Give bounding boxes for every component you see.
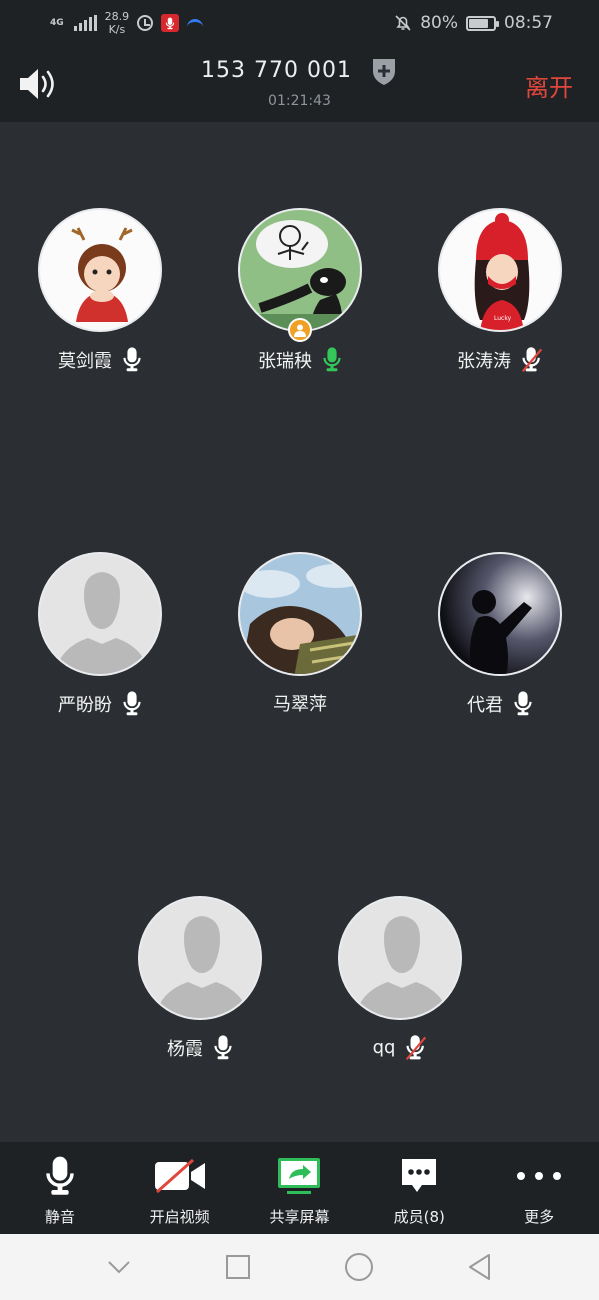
status-right: 80% 08:57 [394, 13, 553, 33]
avatar [238, 552, 362, 676]
participant-name: 莫剑霞 [58, 350, 112, 372]
leave-button[interactable]: 离开 [525, 68, 573, 103]
participant-tile[interactable]: 严盼盼 [0, 552, 200, 717]
battery-percent: 80% [420, 13, 458, 33]
avatar [238, 208, 362, 332]
mute-button[interactable]: 静音 [5, 1154, 115, 1227]
chevron-down-icon[interactable] [106, 1259, 132, 1275]
mic-muted-icon [521, 346, 543, 373]
start-video-label: 开启视频 [149, 1208, 210, 1226]
participant-tile[interactable]: Lucky 张涛涛 [400, 208, 599, 373]
participant-name: 杨霞 [167, 1038, 203, 1060]
participant-name: 马翠萍 [273, 694, 327, 715]
more-label: 更多 [524, 1208, 555, 1226]
alarm-icon [137, 15, 154, 31]
participant-tile[interactable]: 莫剑霞 [0, 208, 200, 373]
participant-tile[interactable]: 代君 [400, 552, 599, 717]
meeting-id-text: 153 770 001 [201, 58, 352, 83]
net-speed: 28.9 K/s [105, 10, 130, 36]
network-type: 4G [50, 18, 64, 28]
meeting-timer: 01:21:43 [268, 93, 331, 109]
avatar [438, 552, 562, 676]
share-screen-icon [278, 1158, 321, 1194]
mute-notification-icon [395, 15, 411, 31]
mic-on-icon [513, 690, 533, 717]
avatar: Lucky [438, 208, 562, 332]
avatar [138, 896, 262, 1020]
home-circle-icon[interactable] [344, 1252, 374, 1282]
participant-tile[interactable]: qq [300, 896, 500, 1061]
system-navigation-bar [0, 1234, 599, 1300]
status-bar: 4G 28.9 K/s 80% 08:57 [0, 0, 599, 46]
meeting-id[interactable]: 153 770 001 [0, 56, 599, 86]
participant-name: 代君 [467, 694, 503, 716]
mic-on-icon [122, 346, 142, 373]
app-notification-icon [187, 19, 204, 27]
battery-icon [466, 15, 499, 31]
back-triangle-icon[interactable] [467, 1253, 493, 1281]
start-video-button[interactable]: 开启视频 [125, 1154, 235, 1227]
mic-muted-icon [406, 1034, 427, 1061]
participant-name: 张涛涛 [457, 350, 511, 372]
share-screen-label: 共享屏幕 [269, 1208, 330, 1226]
status-left: 4G 28.9 K/s [50, 10, 204, 36]
mic-on-icon [213, 1034, 233, 1061]
avatar [338, 896, 462, 1020]
host-badge-icon [288, 318, 312, 342]
recent-apps-square-icon[interactable] [225, 1254, 251, 1280]
microphone-icon [44, 1154, 76, 1198]
participant-name: 张瑞秧 [258, 350, 312, 372]
participant-tile[interactable]: 杨霞 [100, 896, 300, 1061]
share-screen-button[interactable]: 共享屏幕 [244, 1154, 354, 1227]
avatar [38, 552, 162, 676]
participant-tile[interactable]: 张瑞秧 [200, 208, 400, 373]
meeting-toolbar: 静音 开启视频 共享屏幕 成员(8) 更多 [0, 1142, 599, 1234]
members-label: 成员(8) [393, 1208, 445, 1226]
net-speed-unit: K/s [108, 23, 126, 36]
avatar [38, 208, 162, 332]
participant-name: 严盼盼 [58, 694, 112, 716]
meeting-header: 153 770 001 01:21:43 离开 [0, 46, 599, 122]
members-button[interactable]: 成员(8) [364, 1154, 474, 1227]
mic-speaking-icon [322, 346, 342, 373]
more-button[interactable]: 更多 [484, 1154, 594, 1227]
video-off-icon [154, 1158, 205, 1194]
svg-text:Lucky: Lucky [494, 315, 512, 322]
more-dots-icon [517, 1172, 562, 1180]
net-speed-value: 28.9 [104, 10, 130, 23]
members-chat-icon [402, 1159, 437, 1192]
security-shield-icon[interactable] [370, 56, 398, 86]
mute-label: 静音 [44, 1208, 75, 1226]
participant-name: qq [372, 1037, 396, 1058]
recording-mic-icon [161, 14, 180, 32]
signal-icon [73, 15, 97, 31]
clock: 08:57 [504, 13, 553, 33]
mic-on-icon [122, 690, 142, 717]
participant-tile[interactable]: 马翠萍 [200, 552, 400, 716]
